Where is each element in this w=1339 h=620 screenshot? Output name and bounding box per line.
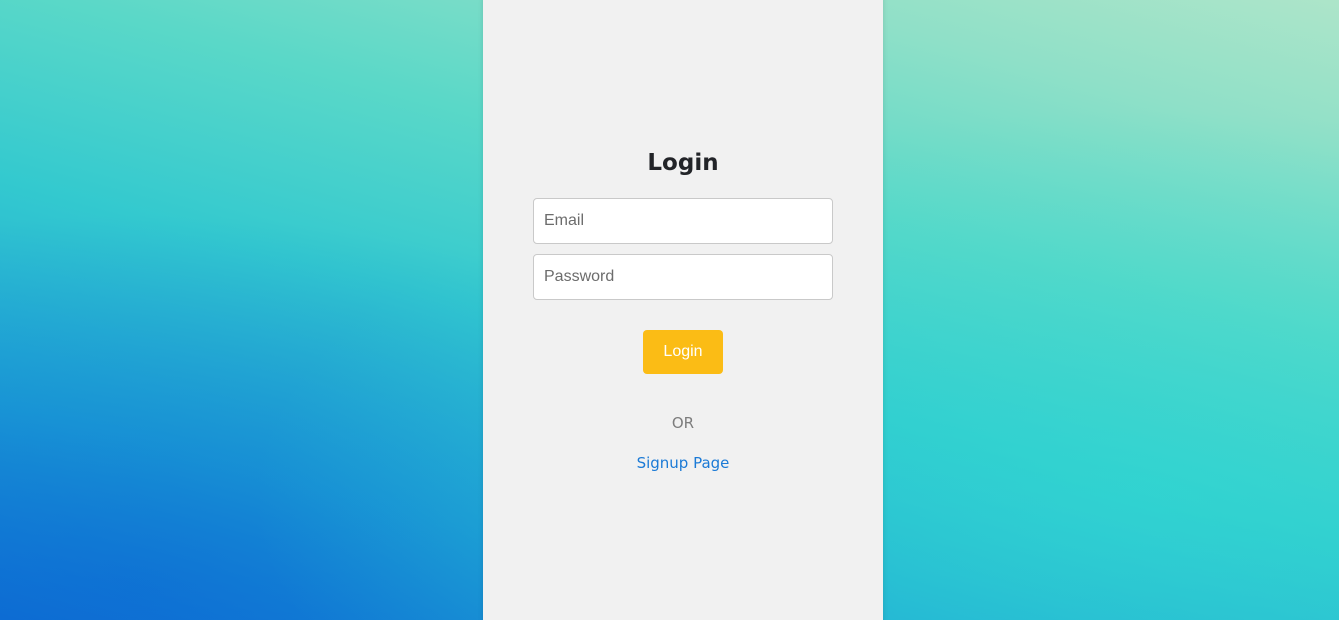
password-input[interactable] — [533, 254, 833, 300]
email-input[interactable] — [533, 198, 833, 244]
or-separator: OR — [671, 414, 695, 432]
login-button[interactable]: Login — [643, 330, 723, 374]
login-title: Login — [647, 150, 719, 176]
signup-link[interactable]: Signup Page — [483, 454, 883, 472]
login-card: Login Login OR Signup Page — [483, 0, 883, 620]
